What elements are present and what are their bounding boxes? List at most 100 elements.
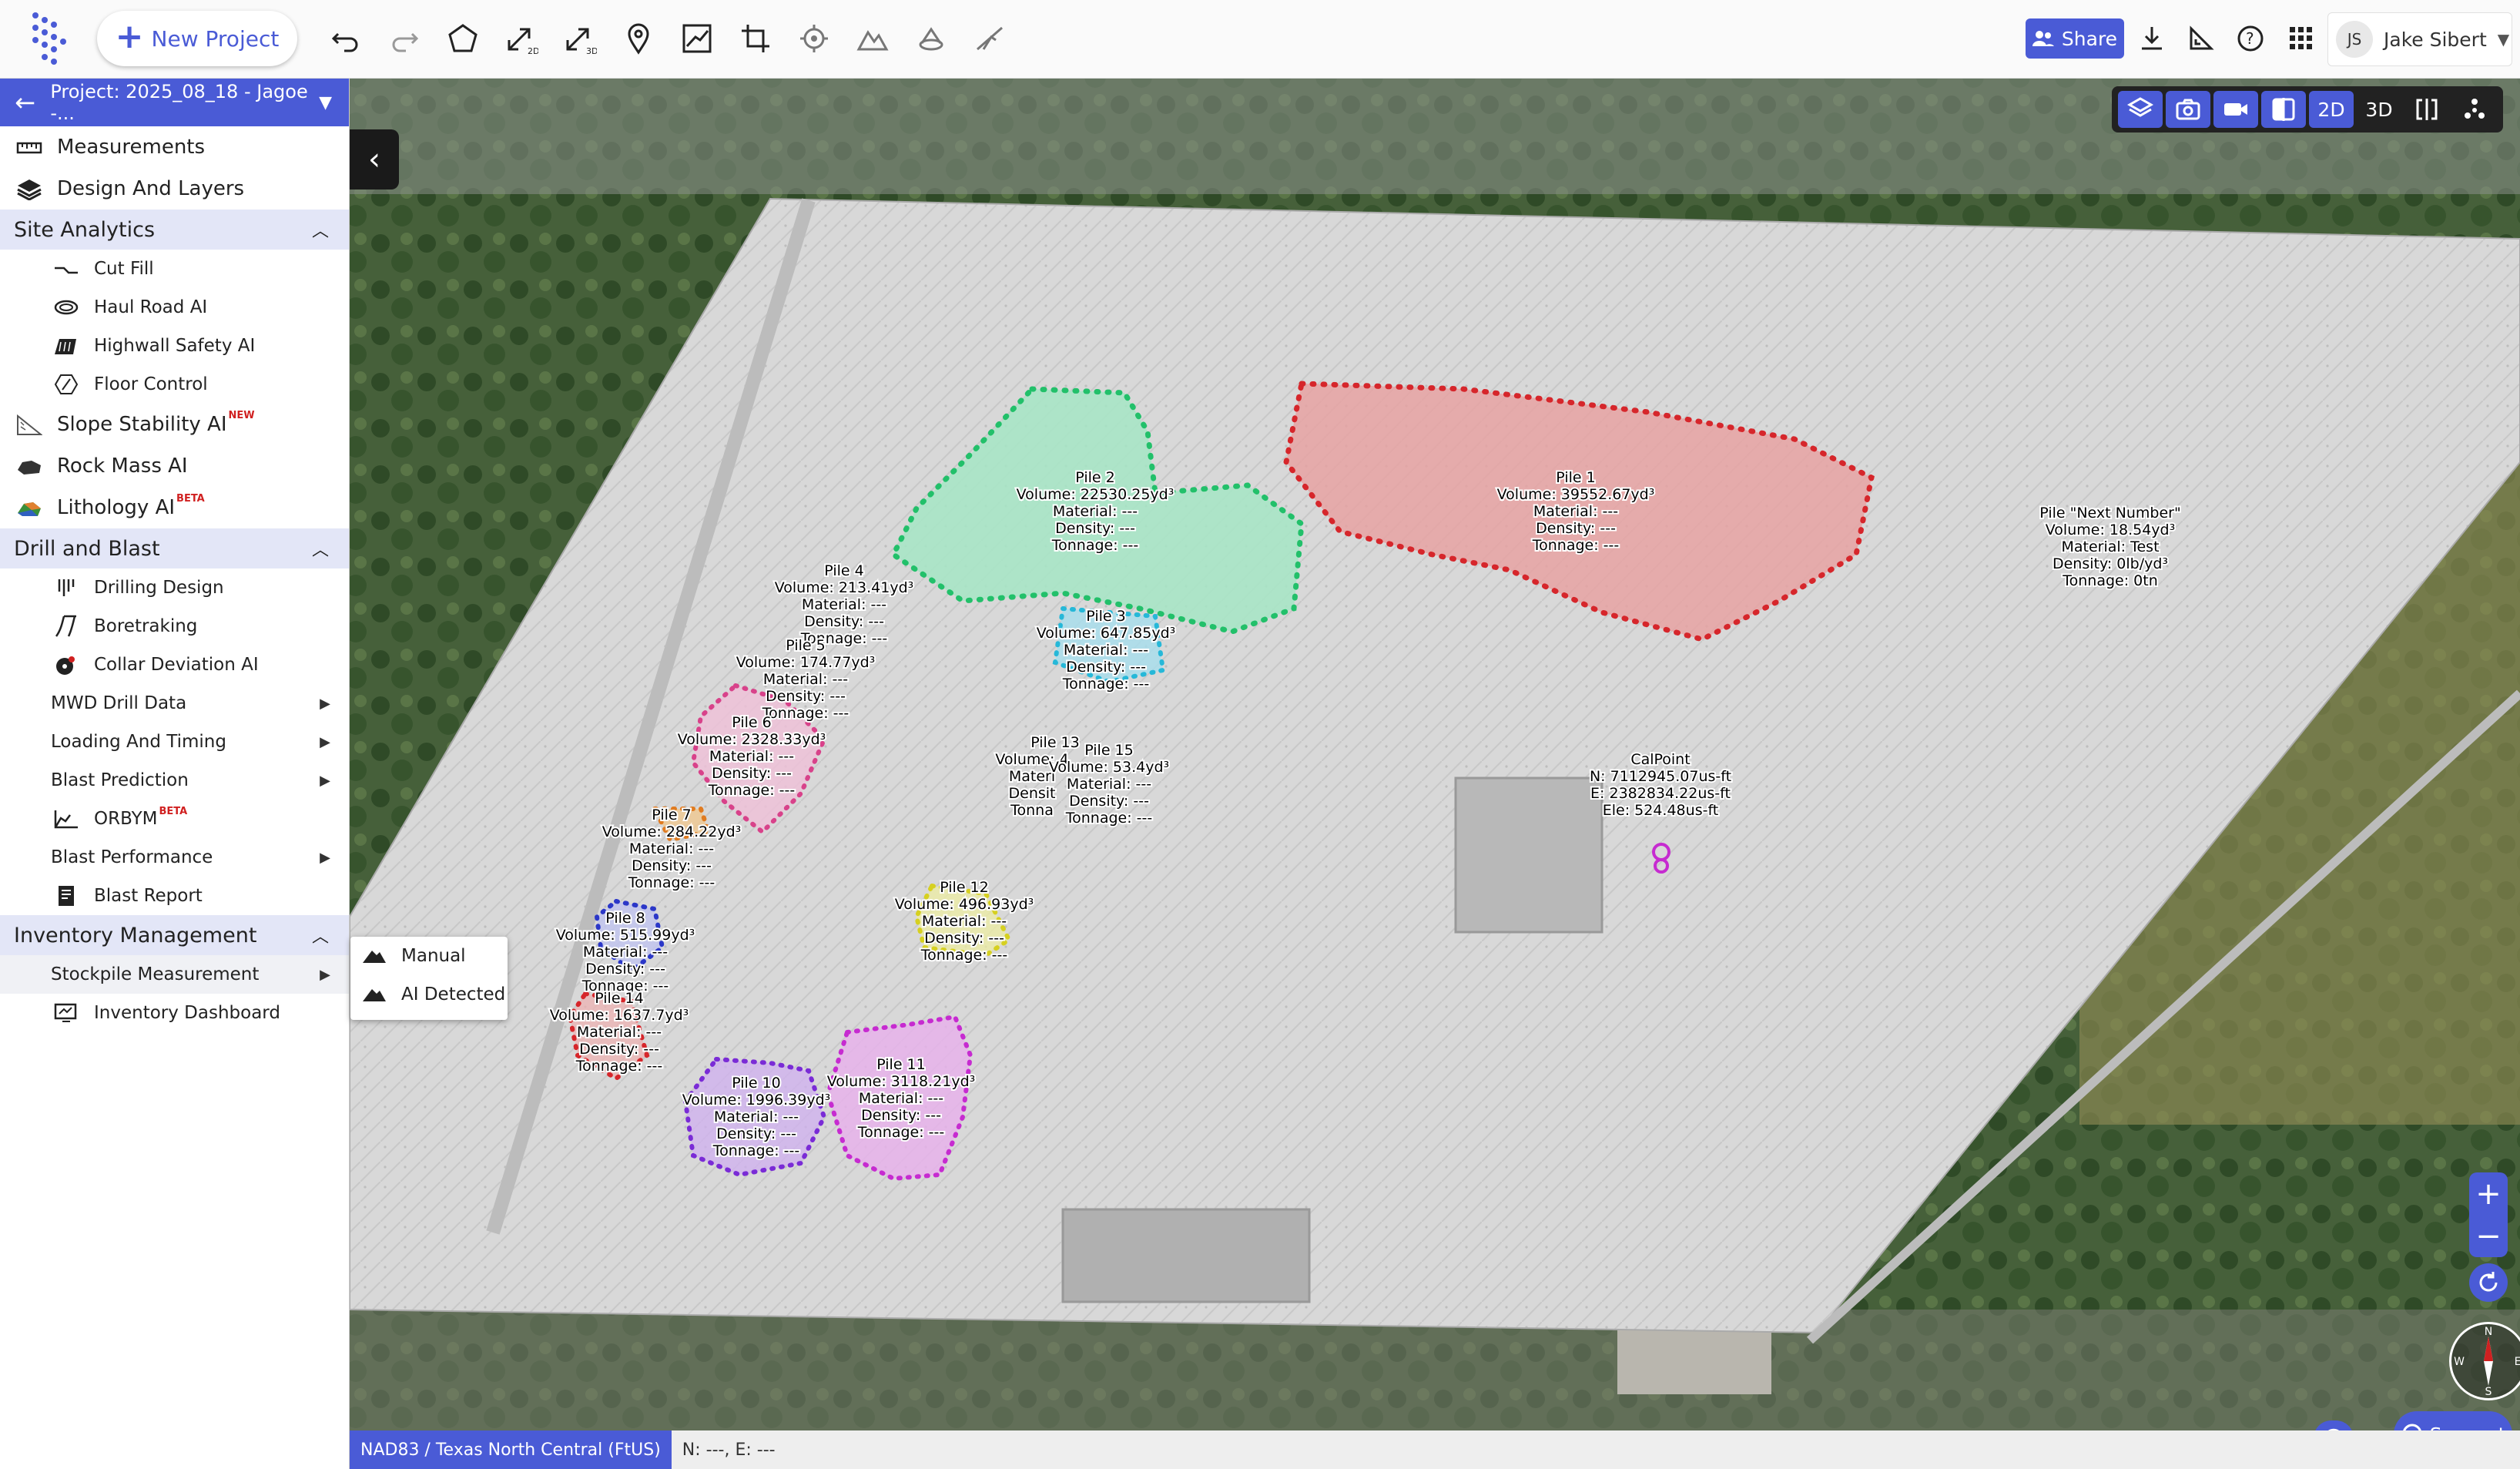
- sidebar-item-lithology[interactable]: Lithology AI BETA: [0, 487, 349, 528]
- sidebar-item-inventory-dashboard[interactable]: Inventory Dashboard: [0, 994, 349, 1032]
- sidebar-item-label: Boretraking: [94, 616, 198, 636]
- undo-button[interactable]: [323, 14, 368, 63]
- help-icon: ?: [2237, 25, 2264, 52]
- terrain-tool-button[interactable]: [850, 14, 895, 63]
- caret-right-icon: ▶: [320, 772, 330, 789]
- sidebar-item-rock-mass[interactable]: Rock Mass AI: [0, 445, 349, 487]
- sidebar-item-label: Lithology AI: [57, 496, 176, 519]
- compare-icon: [2272, 98, 2295, 121]
- crs-selector[interactable]: NAD83 / Texas North Central (FtUS): [350, 1430, 672, 1469]
- sidebar-item-drilling-design[interactable]: Drilling Design: [0, 568, 349, 607]
- sidebar-item-design-layers[interactable]: Design And Layers: [0, 168, 349, 210]
- sidebar-item-haul-road[interactable]: Haul Road AI: [0, 288, 349, 327]
- dashboard-icon: [51, 1001, 82, 1025]
- section-title: Drill and Blast: [14, 536, 160, 561]
- download-button[interactable]: [2132, 17, 2172, 60]
- target-tool-button[interactable]: [792, 14, 836, 63]
- sidebar-item-slope-stability[interactable]: Slope Stability AI NEW: [0, 404, 349, 445]
- caret-right-icon: ▶: [320, 849, 330, 866]
- sidebar-item-highwall[interactable]: Highwall Safety AI: [0, 327, 349, 365]
- sidebar-item-label: Blast Prediction: [51, 770, 189, 790]
- view-3d-button[interactable]: 3D: [2357, 91, 2401, 128]
- sidebar-item-orbym[interactable]: ORBYM BETA: [0, 800, 349, 838]
- section-drill-blast[interactable]: Drill and Blast ︿: [0, 528, 349, 568]
- stockpile-tool-button[interactable]: [909, 14, 953, 63]
- crop-tool-button[interactable]: [733, 14, 778, 63]
- apps-button[interactable]: [2281, 17, 2321, 60]
- pile-label: Pile 5: [786, 637, 825, 654]
- new-project-button[interactable]: + New Project: [97, 11, 297, 66]
- zoom-in-button[interactable]: +: [2475, 1176, 2502, 1212]
- pile-label: Pile "Next Number": [2039, 505, 2180, 522]
- video-camera-icon: [2224, 103, 2247, 116]
- measure-2d-icon: 2D: [508, 28, 538, 55]
- slope-tool-button[interactable]: [967, 14, 1012, 63]
- layers-icon: [2126, 97, 2154, 117]
- point-cloud-button[interactable]: [2452, 91, 2497, 128]
- reset-rotation-button[interactable]: [2469, 1263, 2508, 1302]
- rotate-icon: [2479, 1272, 2498, 1292]
- lithology-icon: [14, 495, 45, 521]
- point-tool-button[interactable]: [616, 14, 661, 63]
- sidebar: ← Project: 2025_08_18 - Jagoe -... ▼ Mea…: [0, 79, 350, 1469]
- split-view-button[interactable]: [2404, 91, 2449, 128]
- app-logo-icon[interactable]: [26, 9, 72, 69]
- sidebar-item-cut-fill[interactable]: Cut Fill: [0, 250, 349, 288]
- layers-button[interactable]: [2118, 91, 2163, 128]
- profile-tool-button[interactable]: [675, 14, 719, 63]
- user-menu[interactable]: JS Jake Sibert ▼: [2327, 12, 2512, 66]
- map-pin-icon: [628, 23, 649, 55]
- slope-icon: [977, 26, 1003, 51]
- sidebar-item-label: Highwall Safety AI: [94, 336, 256, 356]
- pile-label: Pile 4: [824, 562, 863, 579]
- sidebar-item-label: Inventory Dashboard: [94, 1003, 280, 1023]
- report-icon: [51, 884, 82, 908]
- chevron-left-icon: ‹: [368, 142, 380, 177]
- back-arrow-icon[interactable]: ←: [0, 88, 50, 117]
- sidebar-item-boretraking[interactable]: Boretraking: [0, 607, 349, 646]
- sidebar-item-blast-report[interactable]: Blast Report: [0, 877, 349, 915]
- haul-road-icon: [51, 295, 82, 320]
- split-view-icon: [2416, 99, 2438, 120]
- redo-button[interactable]: [382, 14, 427, 63]
- sidebar-item-floor-control[interactable]: Floor Control: [0, 365, 349, 404]
- sidebar-item-blast-prediction[interactable]: Blast Prediction ▶: [0, 761, 349, 800]
- map-canvas[interactable]: Pile 1 Volume: 39552.67yd³ Material: ---De…: [350, 79, 2520, 1430]
- map-viewport[interactable]: Pile 1 Volume: 39552.67yd³ Material: ---De…: [350, 79, 2520, 1430]
- collapse-sidebar-button[interactable]: ‹: [350, 129, 399, 189]
- sidebar-item-measurements[interactable]: Measurements: [0, 126, 349, 168]
- screenshot-button[interactable]: [2166, 91, 2210, 128]
- svg-text:?: ?: [2246, 29, 2254, 48]
- sidebar-item-mwd-drill-data[interactable]: MWD Drill Data ▶: [0, 684, 349, 723]
- measure-2d-button[interactable]: 2D: [499, 14, 544, 63]
- help-button[interactable]: ?: [2230, 17, 2270, 60]
- section-inventory[interactable]: Inventory Management ︿: [0, 915, 349, 955]
- project-selector[interactable]: ← Project: 2025_08_18 - Jagoe -... ▼: [0, 79, 349, 126]
- cut-fill-icon: [51, 257, 82, 281]
- sidebar-item-loading-timing[interactable]: Loading And Timing ▶: [0, 723, 349, 761]
- menu-item-label: AI Detected: [401, 984, 506, 1004]
- top-toolbar: + New Project 2D 3D Share ? JS Jake Sibe…: [0, 0, 2520, 79]
- view-2d-button[interactable]: 2D: [2309, 91, 2354, 128]
- sidebar-item-label: Rock Mass AI: [57, 454, 188, 478]
- compare-button[interactable]: [2261, 91, 2306, 128]
- svg-text:3D: 3D: [586, 46, 597, 55]
- video-button[interactable]: [2213, 91, 2258, 128]
- measure-tools-button[interactable]: [2181, 17, 2221, 60]
- section-title: Site Analytics: [14, 217, 156, 242]
- menu-item-ai-detected[interactable]: AI Detected: [350, 975, 508, 1014]
- redo-icon: [392, 32, 419, 52]
- sidebar-item-label: Slope Stability AI: [57, 413, 227, 436]
- sidebar-item-collar-deviation[interactable]: Collar Deviation AI: [0, 646, 349, 684]
- sidebar-item-stockpile-measurement[interactable]: Stockpile Measurement ▶: [0, 955, 349, 994]
- compass-icon[interactable]: N S E W: [2449, 1322, 2520, 1400]
- cursor-coordinates: N: ---, E: ---: [682, 1440, 776, 1460]
- section-site-analytics[interactable]: Site Analytics ︿: [0, 210, 349, 250]
- share-button[interactable]: Share: [2026, 18, 2124, 59]
- sidebar-item-blast-performance[interactable]: Blast Performance ▶: [0, 838, 349, 877]
- zoom-out-button[interactable]: −: [2475, 1219, 2502, 1254]
- polygon-tool-button[interactable]: [441, 14, 485, 63]
- measure-3d-button[interactable]: 3D: [558, 14, 602, 63]
- menu-item-manual[interactable]: Manual: [350, 937, 508, 975]
- stockpile-submenu: Manual AI Detected: [350, 937, 508, 1020]
